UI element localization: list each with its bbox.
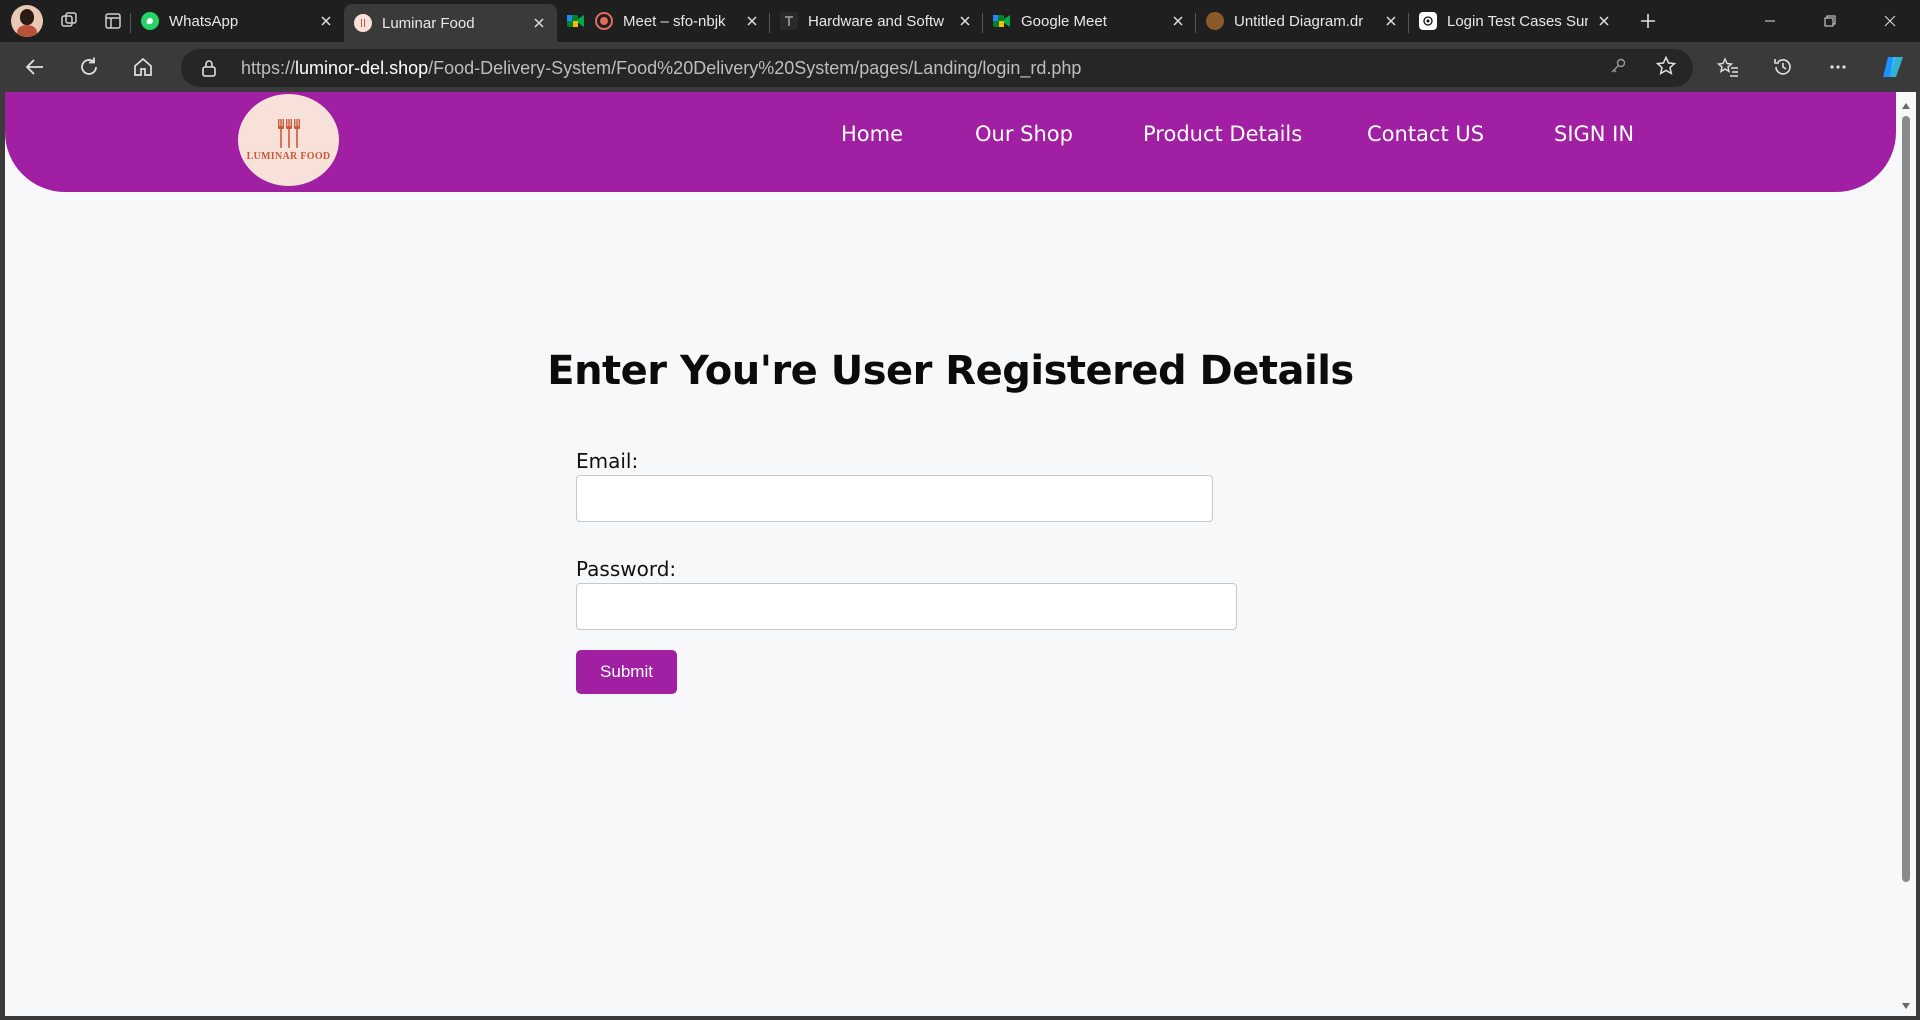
address-bar[interactable]: https://luminor-del.shop/Food-Delivery-S… <box>181 49 1693 87</box>
close-tab-icon[interactable] <box>1170 13 1186 29</box>
site-logo[interactable]: LUMINAR FOOD <box>238 94 339 186</box>
close-tab-icon[interactable] <box>744 13 760 29</box>
page-title: Enter You're User Registered Details <box>547 348 1354 394</box>
page-viewport: LUMINAR FOOD Home Our Shop Product Detai… <box>5 92 1896 1016</box>
lock-icon[interactable] <box>199 58 219 78</box>
tab-title: WhatsApp <box>169 12 239 30</box>
luminar-food-favicon <box>354 14 372 32</box>
key-icon[interactable] <box>1609 57 1627 80</box>
tab-title: Google Meet <box>1021 12 1107 30</box>
fork-logo-icon <box>277 118 300 148</box>
favorites-icon[interactable] <box>1700 42 1755 92</box>
tab-title: Login Test Cases Sur <box>1447 12 1588 30</box>
restore-icon[interactable] <box>1800 0 1860 42</box>
tab-luminar-food[interactable]: Luminar Food <box>344 4 557 42</box>
nav-our-shop[interactable]: Our Shop <box>975 122 1073 146</box>
tab-meet-recording[interactable]: Meet – sfo-nbjk <box>557 4 770 38</box>
tab-google-meet[interactable]: Google Meet <box>982 4 1196 38</box>
tab-login-test-cases[interactable]: Login Test Cases Sur <box>1408 4 1622 38</box>
tab-untitled-diagram[interactable]: Untitled Diagram.dr <box>1195 4 1409 38</box>
chatgpt-icon <box>1419 12 1437 30</box>
google-meet-icon <box>567 12 585 30</box>
logo-text: LUMINAR FOOD <box>246 150 331 162</box>
tab-title: Hardware and Softw <box>808 12 944 30</box>
password-label: Password: <box>576 557 677 581</box>
workspaces-icon[interactable] <box>51 3 87 39</box>
close-tab-icon[interactable] <box>1596 13 1612 29</box>
document-favicon <box>780 12 798 30</box>
tab-title: Meet – sfo-nbjk <box>623 12 726 30</box>
profile-avatar[interactable] <box>11 5 43 37</box>
scroll-down-arrow-icon[interactable] <box>1900 1000 1912 1012</box>
minimize-icon[interactable] <box>1740 0 1800 42</box>
vertical-tabs-icon[interactable] <box>95 3 131 39</box>
submit-button[interactable]: Submit <box>576 650 677 694</box>
google-meet-icon <box>993 12 1011 30</box>
scrollbar-thumb[interactable] <box>1902 116 1910 882</box>
history-icon[interactable] <box>1755 42 1810 92</box>
nav-contact-us[interactable]: Contact US <box>1367 122 1484 146</box>
more-options-icon[interactable] <box>1810 42 1865 92</box>
close-tab-icon[interactable] <box>318 13 334 29</box>
whatsapp-icon <box>141 12 159 30</box>
back-arrow-icon[interactable] <box>15 47 55 87</box>
close-tab-icon[interactable] <box>1383 13 1399 29</box>
tab-title: Luminar Food <box>382 14 475 32</box>
browser-tab-strip: WhatsApp Luminar Food Meet – sfo-nbjk Ha… <box>0 0 1920 42</box>
recording-icon <box>595 12 613 30</box>
refresh-icon[interactable] <box>69 47 109 87</box>
new-tab-icon[interactable] <box>1630 3 1666 39</box>
scroll-up-arrow-icon[interactable] <box>1900 100 1912 112</box>
nav-product-details[interactable]: Product Details <box>1143 122 1302 146</box>
favorite-star-icon[interactable] <box>1655 55 1677 82</box>
url-text[interactable]: https://luminor-del.shop/Food-Delivery-S… <box>241 58 1081 79</box>
site-header: LUMINAR FOOD Home Our Shop Product Detai… <box>5 92 1896 192</box>
browser-toolbar: https://luminor-del.shop/Food-Delivery-S… <box>0 42 1920 92</box>
close-tab-icon[interactable] <box>957 13 973 29</box>
password-field[interactable] <box>576 583 1237 630</box>
tab-hardware-software[interactable]: Hardware and Softw <box>769 4 983 38</box>
email-label: Email: <box>576 449 639 473</box>
close-tab-icon[interactable] <box>531 15 547 31</box>
email-field[interactable] <box>576 475 1213 522</box>
nav-home[interactable]: Home <box>841 122 903 146</box>
page-scrollbar[interactable] <box>1896 92 1916 1016</box>
home-icon[interactable] <box>123 47 163 87</box>
nav-sign-in[interactable]: SIGN IN <box>1554 122 1634 146</box>
drawio-favicon <box>1206 12 1224 30</box>
tab-title: Untitled Diagram.dr <box>1234 12 1364 30</box>
copilot-icon[interactable] <box>1865 42 1920 92</box>
tab-whatsapp[interactable]: WhatsApp <box>130 4 344 38</box>
close-window-icon[interactable] <box>1860 0 1920 42</box>
